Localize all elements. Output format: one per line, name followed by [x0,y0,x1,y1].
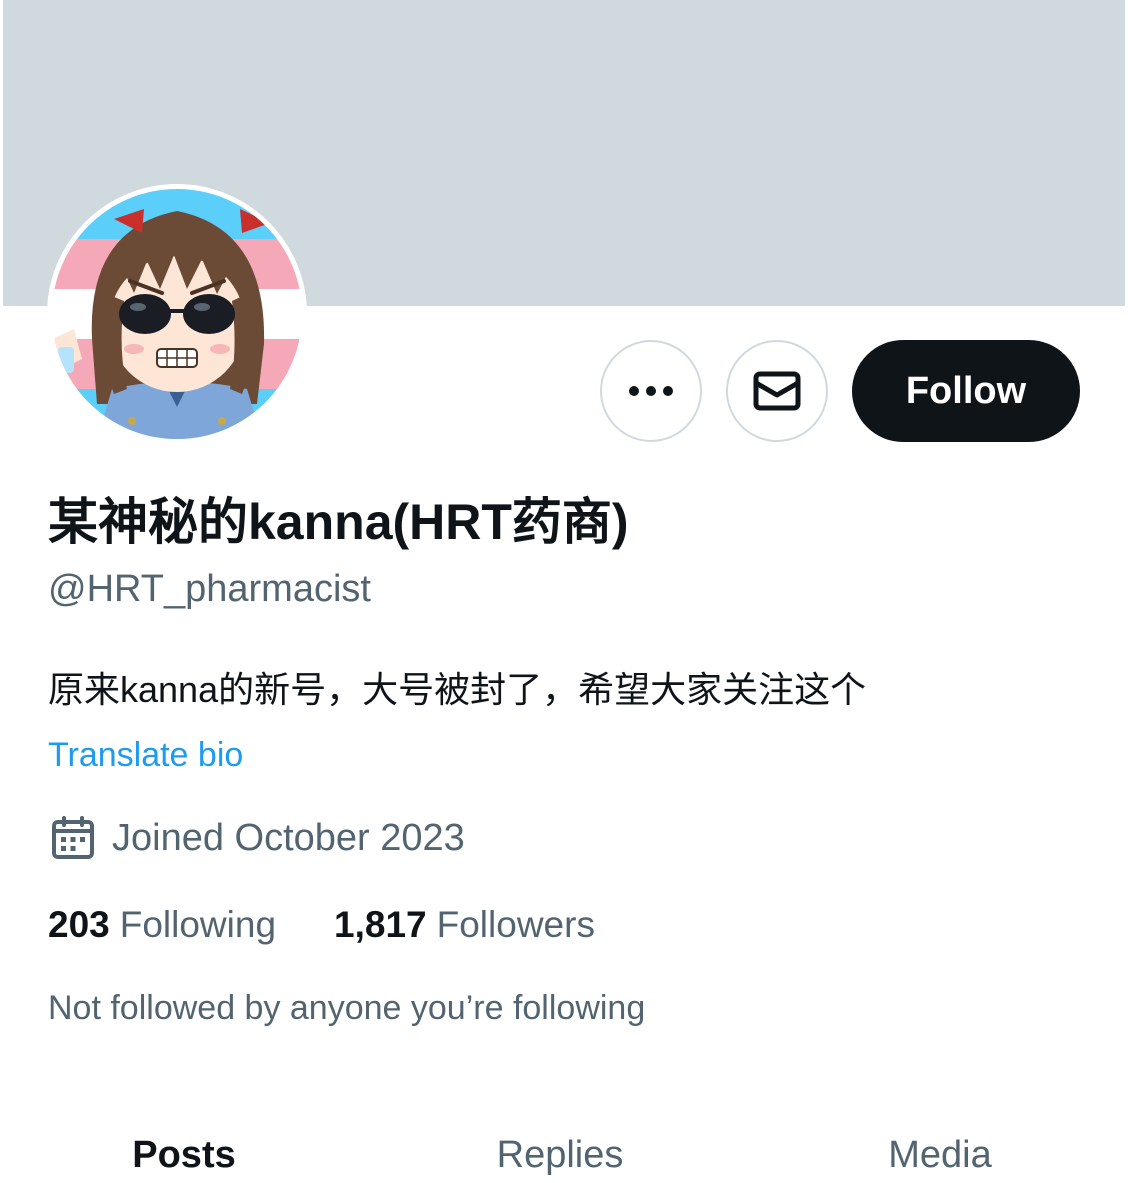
follow-button[interactable]: Follow [852,340,1080,442]
following-count: 203 [48,904,110,945]
tab-media[interactable]: Media [790,1128,1090,1183]
user-handle: @HRT_pharmacist [48,568,371,610]
more-horizontal-icon [629,386,673,396]
joined-text: Joined October 2023 [112,816,465,859]
followers-stat[interactable]: 1,817 Followers [334,904,595,946]
following-stat[interactable]: 203 Following [48,904,276,946]
followers-label: Followers [436,904,595,945]
more-options-button[interactable] [600,340,702,442]
following-label: Following [119,904,277,945]
calendar-icon [52,816,94,859]
tab-posts[interactable]: Posts [34,1128,334,1183]
tab-replies[interactable]: Replies [410,1128,710,1183]
profile-tabs: Posts Replies Media [0,1128,1128,1183]
display-name: 某神秘的kanna(HRT药商) [48,494,629,550]
bio-text: 原来kanna的新号，大号被封了，希望大家关注这个 [48,669,867,710]
avatar-image [52,189,302,439]
profile-page: Follow 某神秘的kanna(HRT药商) @HRT_pharmacist … [0,0,1128,1183]
social-context: Not followed by anyone you’re following [48,989,646,1027]
envelope-icon [753,371,801,411]
message-button[interactable] [726,340,828,442]
followers-count: 1,817 [334,904,427,945]
joined-date: Joined October 2023 [50,812,465,864]
avatar[interactable] [47,184,307,444]
follow-stats: 203 Following 1,817 Followers [48,900,595,950]
translate-bio-link[interactable]: Translate bio [48,733,243,777]
